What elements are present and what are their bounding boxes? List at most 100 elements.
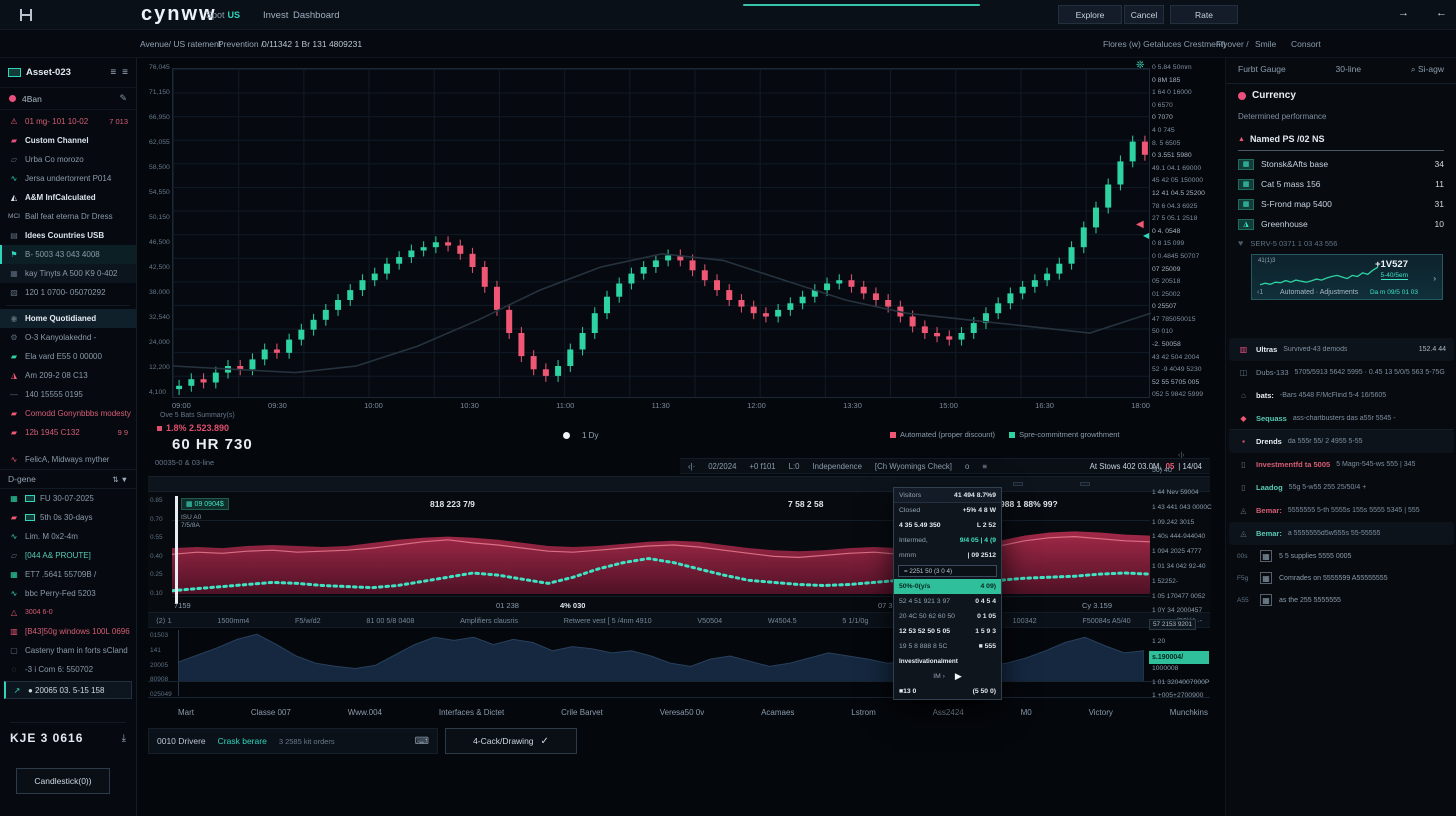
sidebar-item[interactable]: ∿ bbc Perry-Fed 5203	[0, 584, 136, 603]
nav-invest[interactable]: Invest	[263, 10, 288, 21]
breadcrumb-section[interactable]: Prevention /	[218, 39, 263, 49]
volume-x-label[interactable]: Victory	[1089, 708, 1113, 717]
price-row[interactable]: 0 6570	[1152, 100, 1210, 113]
feed-row[interactable]: ▪ Drends da 555r 55/ 2 4955 5-55	[1229, 430, 1454, 453]
indicator-tab[interactable]	[1013, 482, 1023, 486]
sidebar-item[interactable]: ▦ kay Tinyts A 500 K9 0-402	[0, 264, 136, 283]
price-row[interactable]: 0 0.4845 50707	[1152, 251, 1210, 264]
orderbook-row[interactable]: 1 43 441 043 0000C	[1152, 501, 1212, 516]
stat-row[interactable]: ▦ S-Frond map 5400 31	[1238, 194, 1444, 214]
feed-row[interactable]: ▯ Laadog 55g 5-w55 255 25/50/4 +	[1229, 476, 1454, 499]
dropdown-row[interactable]: 52 4 51 921 3 97 0 4 5 4	[894, 594, 1001, 609]
dropdown-row[interactable]: Closed +5% 4 8 W	[894, 503, 1001, 518]
toolbar-item[interactable]: Independence	[812, 462, 861, 471]
search-icon[interactable]: ⌕	[1411, 64, 1416, 74]
sublink-flores[interactable]: Flores (w) Getaluces Crestment)	[1103, 39, 1226, 49]
dropdown-row[interactable]: 4 35 5.49 350 L 2 52	[894, 518, 1001, 533]
orderbook-row[interactable]: 1 20	[1152, 635, 1212, 649]
stat-row[interactable]: ▦ Cat 5 mass 156 11	[1238, 174, 1444, 194]
toolbar-item[interactable]: L:0	[789, 462, 800, 471]
volume-x-label[interactable]: Crile Barvet	[561, 708, 603, 717]
price-row[interactable]: 43 42 504 2004	[1152, 352, 1210, 365]
sidebar-item[interactable]: ▰ Custom Channel	[0, 131, 136, 150]
toolbar-item[interactable]: +0 f101	[749, 462, 775, 471]
price-row[interactable]: -2. 50058	[1152, 339, 1210, 352]
volume-x-label[interactable]: Interfaces & Dictet	[439, 708, 504, 717]
dropdown-row[interactable]: = 2251 50 (3 0 4)	[898, 565, 997, 577]
download-icon[interactable]: ⤓	[122, 733, 126, 744]
orderbook-row[interactable]: 1 094 2025 4777	[1152, 545, 1212, 560]
dropdown-row[interactable]: IM › ▶	[894, 669, 1001, 684]
feed-row[interactable]: ▯ Investmentfd ta 5005 5 Magn-545-ws 555…	[1229, 453, 1454, 476]
sidebar-item[interactable]: ◭ A&M InfCalculated	[0, 188, 136, 207]
price-row[interactable]: 0 25507	[1152, 301, 1210, 314]
stat-row[interactable]: ◮ Greenhouse 10	[1238, 214, 1444, 234]
sublink-consort[interactable]: Consort	[1291, 39, 1321, 49]
dropdown-row[interactable]: Investivationalment	[894, 654, 1001, 669]
price-row[interactable]: 27 5 05.1 2518	[1152, 213, 1210, 226]
heart-icon[interactable]: ♥	[1238, 238, 1243, 248]
rp-tab-gauge[interactable]: Furbt Gauge	[1238, 64, 1286, 74]
price-row[interactable]: 0 8 15 099	[1152, 238, 1210, 251]
price-row[interactable]: 0 4. 0548	[1152, 226, 1210, 239]
price-row[interactable]: 07 25009	[1152, 264, 1210, 277]
card-prev[interactable]: ‹1	[1257, 289, 1263, 296]
stat-row[interactable]: ▦ Stonsk&Afts base 34	[1238, 154, 1444, 174]
dropdown-row[interactable]: 19 5 8 888 8 5C ■ 555	[894, 639, 1001, 654]
scrub-handle[interactable]	[175, 496, 178, 604]
timeframe-label[interactable]: 1 Dy	[582, 431, 598, 440]
price-row[interactable]: 01 25002	[1152, 289, 1210, 302]
cancel-button[interactable]: Cancel	[1124, 5, 1164, 24]
toolbar-item[interactable]: [Ch Wyomings Check]	[875, 462, 952, 471]
dropdown-row[interactable]: 20 4C 50 62 60 50 0 1 05	[894, 609, 1001, 624]
volume-x-label[interactable]: Acamaes	[761, 708, 794, 717]
timeframe-dot-icon[interactable]	[563, 432, 570, 439]
orderbook-row[interactable]: 1 01 3204007000P	[1152, 676, 1212, 690]
edit-pencil-icon[interactable]: ✎	[119, 93, 127, 104]
feed-row[interactable]: ◬ Bemar: 5555555 5-th 5555s 155s 5555 53…	[1229, 499, 1454, 522]
sidebar-item[interactable]: — 140 15555 0195	[0, 385, 136, 404]
price-row[interactable]: 49.1 04.1 69000	[1152, 163, 1210, 176]
sidebar-item[interactable]: D-gene ⇅ ▼	[0, 469, 136, 489]
price-row[interactable]: 0 8M 185	[1152, 75, 1210, 88]
candlestick-button[interactable]: Candlestick(0))	[16, 768, 110, 794]
sublink-smile[interactable]: Smile	[1255, 39, 1276, 49]
price-row[interactable]: 52 -9 4049 5230	[1152, 364, 1210, 377]
price-row[interactable]: 052 5 9842 5999	[1152, 389, 1210, 402]
sidebar-item[interactable]: MCI Ball feat eterna Dr Dress	[0, 207, 136, 226]
volume-x-label[interactable]: Munchkins	[1170, 708, 1208, 717]
sidebar-item[interactable]: ▰ Ela vard E55 0 00000	[0, 347, 136, 366]
candlestick-chart[interactable]	[172, 68, 1150, 398]
sidebar-item[interactable]	[6, 305, 130, 306]
sidebar-item[interactable]: ⚑ B- 5003 43 043 4008	[0, 245, 136, 264]
qr-row[interactable]: 00s ▦ 5 5 supplies 5555 0005	[1229, 545, 1454, 567]
drawing-tool-button[interactable]: 4-Cack/Drawing ✓	[445, 728, 577, 754]
feed-row[interactable]: ◬ Bemar: a 5555555d5w555s 55-55555	[1229, 522, 1454, 545]
footer-link[interactable]: Crask berare	[218, 736, 267, 746]
card-sublink[interactable]: 5-40/5em	[1381, 272, 1408, 280]
nav-dashboard[interactable]: Dashboard	[293, 10, 339, 21]
indicator-badge[interactable]: ▦ 09 0904$	[181, 498, 229, 510]
price-row[interactable]: 45 42 05 150000	[1152, 175, 1210, 188]
toolbar-item[interactable]: ‹|·	[688, 462, 695, 471]
price-row[interactable]: 8. 5 6505	[1152, 138, 1210, 151]
sidebar-item[interactable]: ◮ Am 209-2 08 C13	[0, 366, 136, 385]
orderbook-row[interactable]: 1 52252-	[1152, 575, 1212, 590]
price-row[interactable]: 0 3.551 5980	[1152, 150, 1210, 163]
sidebar-item[interactable]: ▰ 12b 1945 C132 9 9	[0, 423, 136, 442]
feed-row[interactable]: ◆ Sequass ass-chartbusters das a55r 5545…	[1229, 407, 1454, 430]
volume-x-label[interactable]: Mart	[178, 708, 194, 717]
keyboard-icon[interactable]: ⌨	[415, 736, 429, 747]
currency-row[interactable]: Currency	[1238, 90, 1296, 101]
sidebar-item[interactable]: ▧ 120 1 0700- 05070292	[0, 283, 136, 302]
sidebar-item[interactable]: ▢ Casteny tham in forts sCland	[0, 641, 136, 660]
orderbook-row[interactable]: 1000008	[1152, 662, 1212, 676]
orderbook-row[interactable]: 1 05 170477 0052	[1152, 590, 1212, 605]
feed-row[interactable]: ▥ Ultras Survived-43 demods 152.4 44	[1229, 338, 1454, 361]
toolbar-item[interactable]: o	[965, 462, 969, 471]
sidebar-item[interactable]: ⚙ O-3 Kanyolakednd -	[0, 328, 136, 347]
rate-button[interactable]: Rate	[1170, 5, 1238, 24]
indicator-tab[interactable]	[1080, 482, 1090, 486]
dropdown-row[interactable]: mmm | 09 2512	[894, 548, 1001, 563]
feed-row[interactable]: ⌂ bats: -Bars 4548 F/McFlind 5-4 16/5605	[1229, 384, 1454, 407]
